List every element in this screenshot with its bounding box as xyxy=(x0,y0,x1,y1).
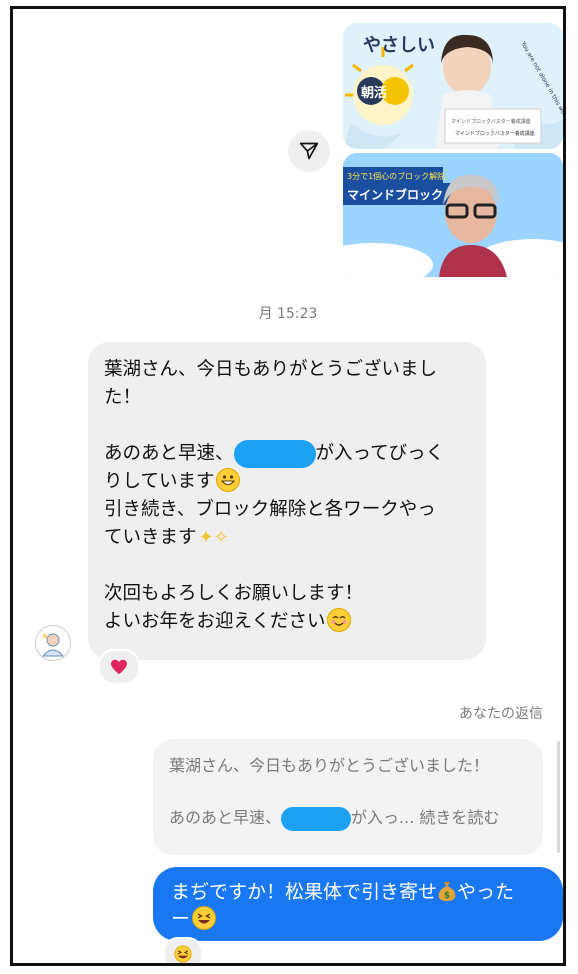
grinning-face-icon xyxy=(216,468,241,492)
video-thumbnail-mindblock[interactable]: 3分で1個心のブロック解除 マインドブロック xyxy=(343,153,563,277)
mindblock-session-image: 3分で1個心のブロック解除 マインドブロック xyxy=(343,153,563,277)
quoted-line-redacted: あのあと早速、 が入っ... 続きを読む xyxy=(169,805,527,831)
outgoing-message-bubble[interactable]: まぢですか！松果体で引き寄せ $ やったー xyxy=(153,867,563,941)
quoted-line: 葉湖さん、今日もありがとうございました！ xyxy=(169,756,490,775)
message-line: りしています xyxy=(104,468,470,496)
avatar-illustration-icon xyxy=(41,633,65,657)
message-line: 葉湖さん、今日もありがとうございまし xyxy=(104,359,438,380)
outgoing-text: ー xyxy=(171,908,191,930)
morning-session-image: やさしい 朝活 マインドブロックバスター養成講座 マインドブロックバスター養成講… xyxy=(343,23,563,149)
heart-reaction[interactable] xyxy=(98,649,140,685)
outgoing-text: やった xyxy=(457,881,515,903)
redaction-mark xyxy=(281,806,352,831)
sender-avatar[interactable] xyxy=(35,625,71,661)
message-line: ていきます ✦✧ xyxy=(104,527,229,548)
thumb-card-line2: マインドブロックバスター養成講座 xyxy=(455,130,535,137)
thumb-card-line1: マインドブロックバスター養成講座 xyxy=(451,118,531,125)
quoted-message-preview[interactable]: 葉湖さん、今日もありがとうございました！ あのあと早速、 が入っ... 続きを読む xyxy=(153,739,543,855)
share-button[interactable] xyxy=(288,130,330,172)
message-line: た！ xyxy=(104,387,142,408)
thumb-title: やさしい xyxy=(363,35,435,56)
laughing-face-icon xyxy=(174,945,192,963)
incoming-message-bubble[interactable]: 葉湖さん、今日もありがとうございまし た！ あのあと早速、 が入ってびっく りして… xyxy=(88,342,486,660)
heart-icon xyxy=(111,659,127,675)
message-line: 引き続き、ブロック解除と各ワークやっ xyxy=(104,499,436,520)
send-icon xyxy=(299,142,319,160)
message-line: よいお年をお迎えください xyxy=(104,608,470,636)
outgoing-text: まぢですか！松果体で引き寄せ xyxy=(171,881,438,903)
money-bag-icon: $ xyxy=(437,880,457,902)
message-timestamp: 月 15:23 xyxy=(258,306,318,322)
thumb-badge: 朝活 xyxy=(361,85,387,101)
reply-label: あなたの返信 xyxy=(459,706,543,722)
reply-indicator-bar xyxy=(557,741,560,853)
video-thumbnail-morning[interactable]: やさしい 朝活 マインドブロックバスター養成講座 マインドブロックバスター養成講… xyxy=(343,23,563,149)
sparkles-icon: ✦✧ xyxy=(198,527,229,548)
redaction-mark xyxy=(233,440,316,468)
svg-text:$: $ xyxy=(444,891,450,901)
thumb2-caption-top: 3分で1個心のブロック解除 xyxy=(347,171,445,181)
thumb2-caption-main: マインドブロック xyxy=(347,187,443,202)
laughing-face-icon xyxy=(192,906,217,930)
message-line-redacted: あのあと早速、 が入ってびっく xyxy=(104,440,470,468)
message-line: 次回もよろしくお願いします！ xyxy=(104,583,364,604)
smiling-face-icon xyxy=(327,608,352,632)
laugh-reaction[interactable] xyxy=(163,937,203,963)
chat-window: やさしい 朝活 マインドブロックバスター養成講座 マインドブロックバスター養成講… xyxy=(10,6,566,966)
